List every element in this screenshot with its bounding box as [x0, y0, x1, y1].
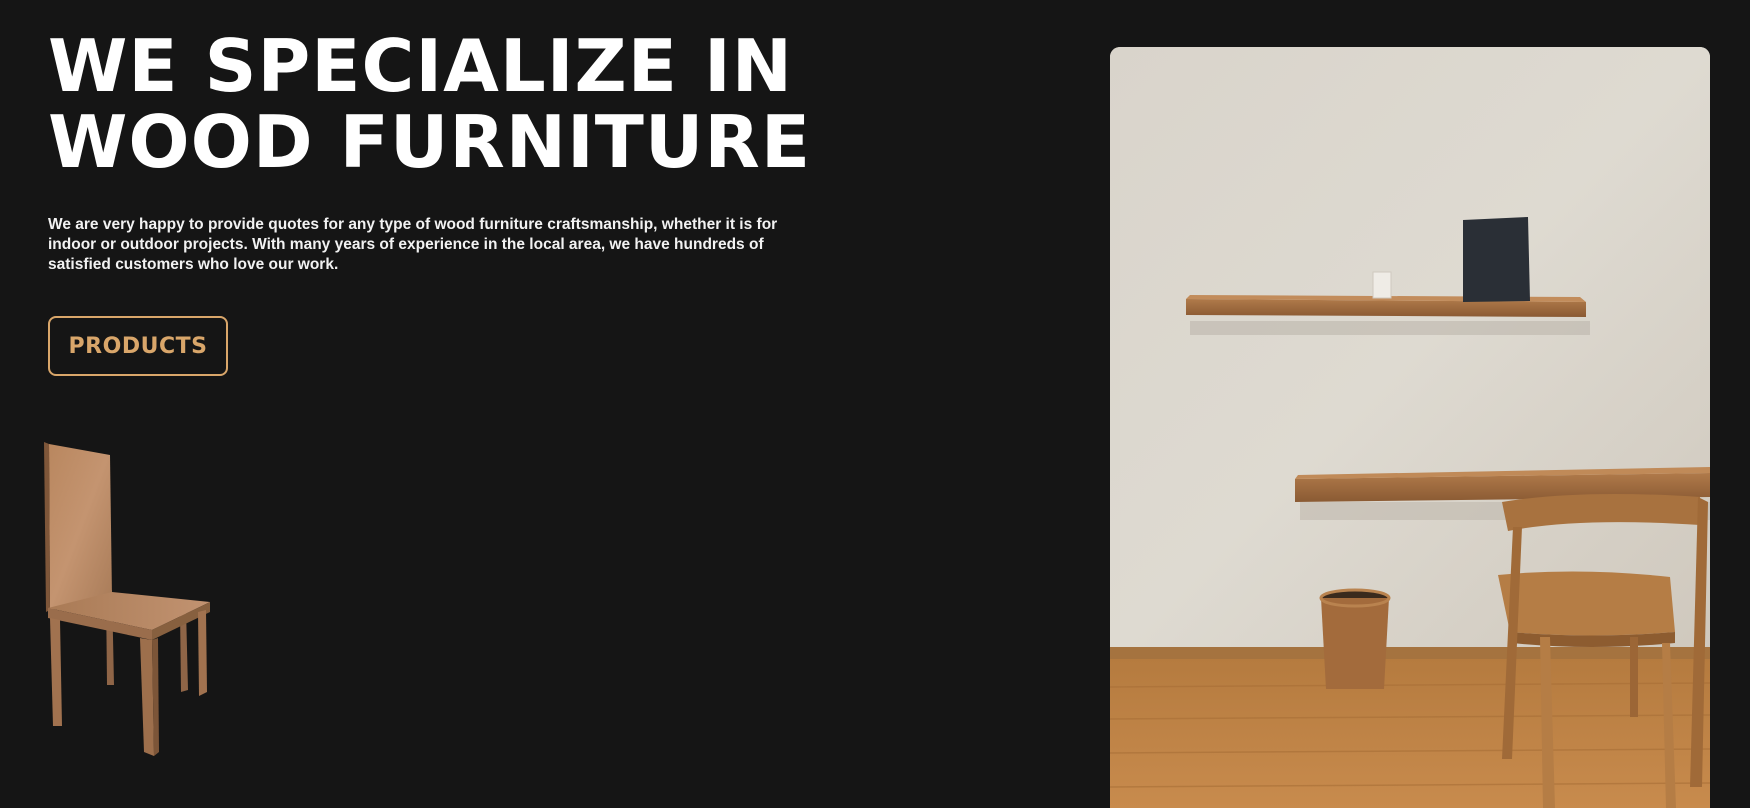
hero-title: WE SPECIALIZE IN WOOD FURNITURE	[48, 24, 812, 184]
hero-description: We are very happy to provide quotes for …	[48, 216, 778, 273]
products-button[interactable]: PRODUCTS	[48, 316, 228, 376]
room-photo	[1110, 47, 1710, 808]
chair-3d-model	[44, 442, 210, 756]
